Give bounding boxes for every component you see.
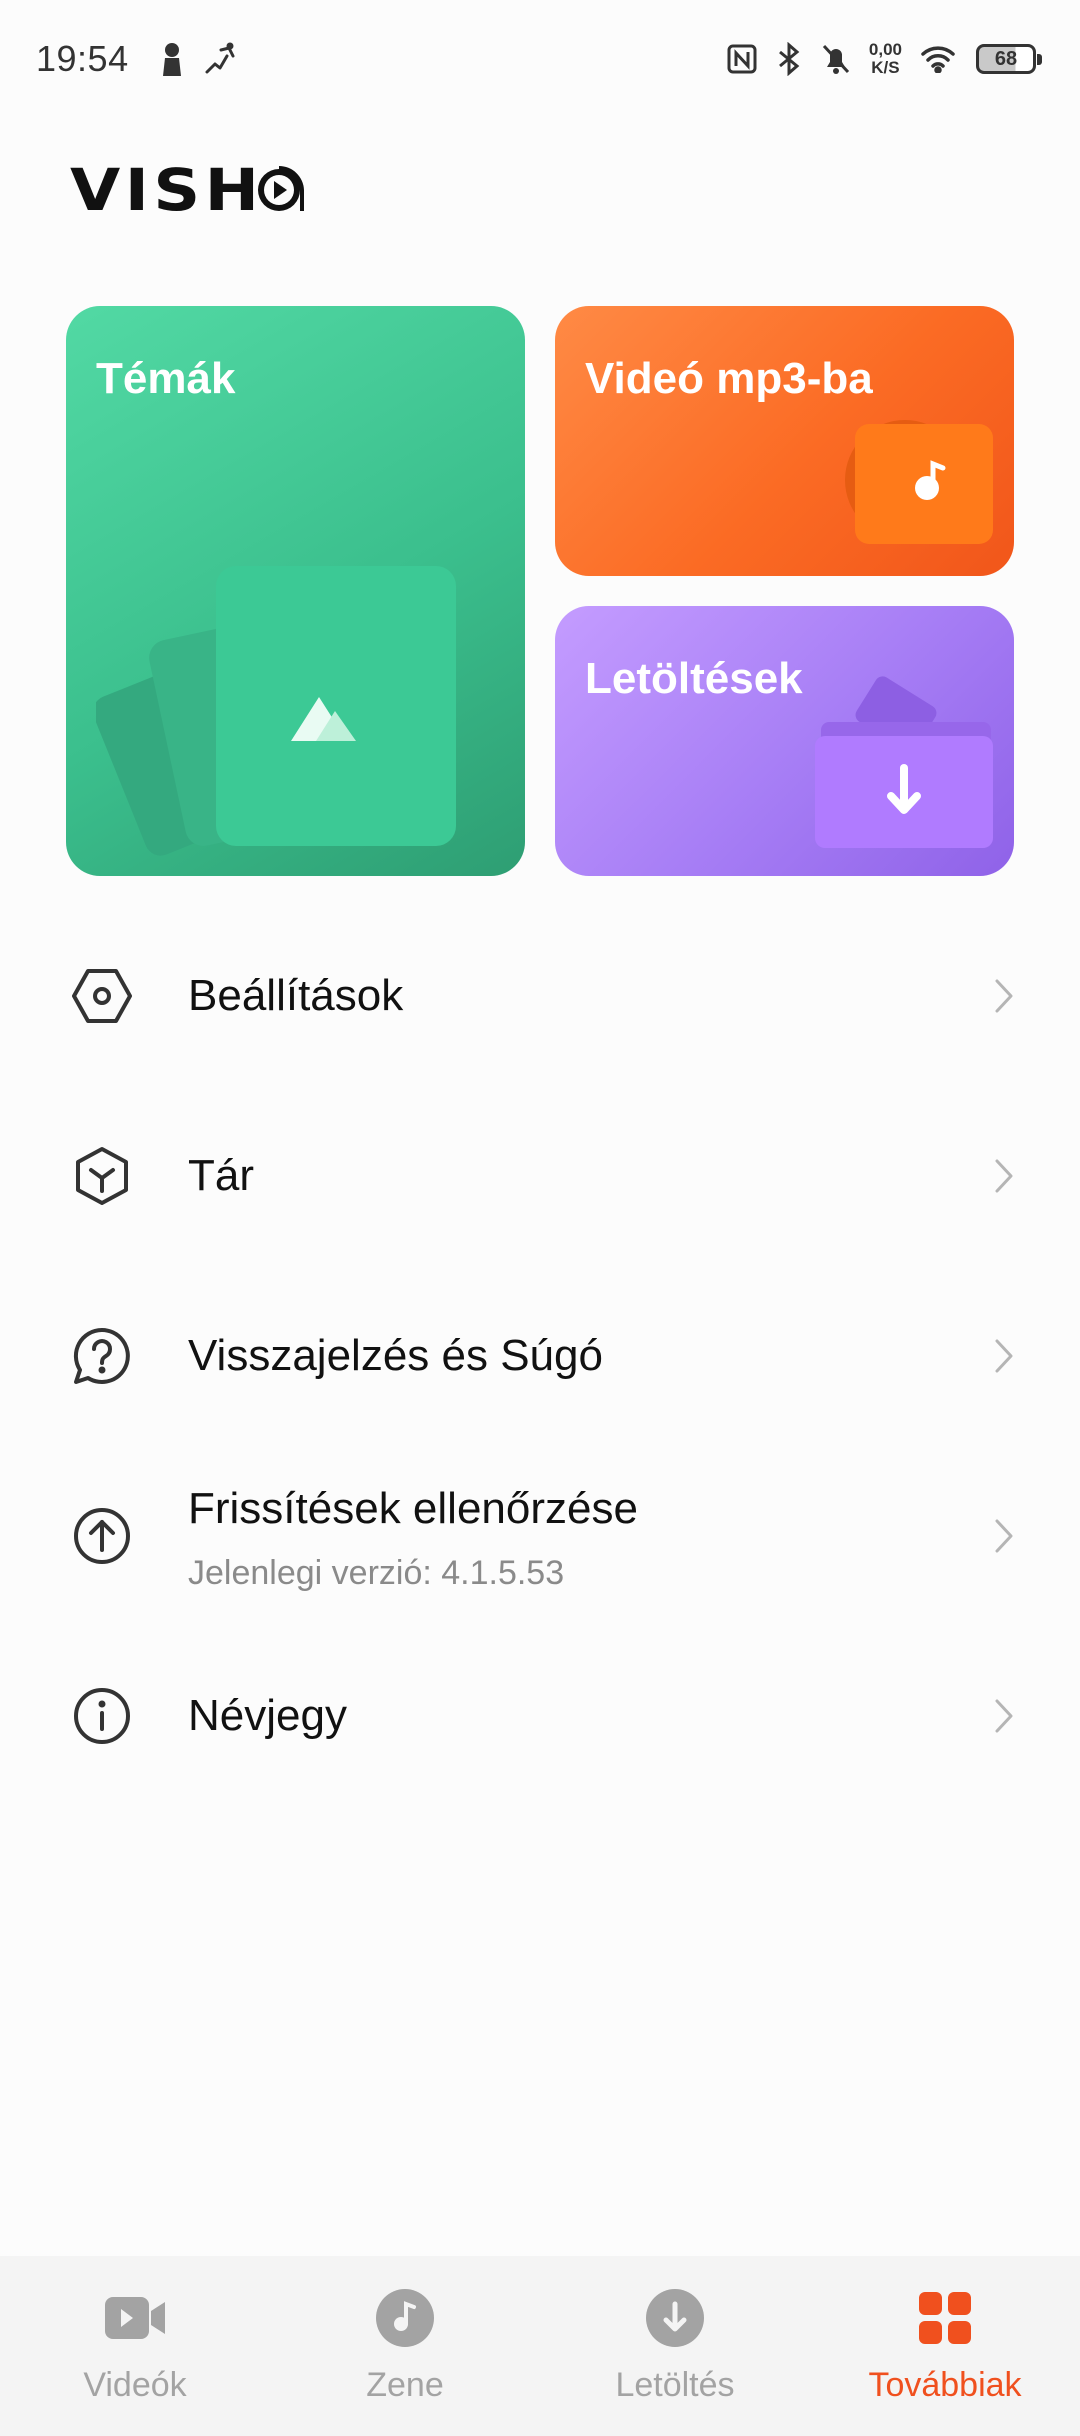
downloads-card-title: Letöltések bbox=[585, 654, 803, 703]
help-bubble-icon bbox=[70, 1324, 134, 1388]
nav-tab-more[interactable]: Továbbiak bbox=[810, 2256, 1080, 2436]
app-logo: VISH bbox=[70, 156, 305, 224]
nav-tab-downloads[interactable]: Letöltés bbox=[540, 2256, 810, 2436]
menu-item-check-updates[interactable]: Frissítések ellenőrzése Jelenlegi verzió… bbox=[0, 1446, 1080, 1626]
battery-icon: 68 bbox=[976, 44, 1042, 74]
menu-item-label: Beállítások bbox=[188, 971, 404, 1020]
downloads-card[interactable]: Letöltések bbox=[555, 606, 1014, 876]
nfc-icon bbox=[727, 44, 757, 74]
current-version-label: Jelenlegi verzió: 4.1.5.53 bbox=[188, 1554, 565, 1592]
menu-item-label: Visszajelzés és Súgó bbox=[188, 1331, 603, 1380]
update-arrow-icon bbox=[70, 1504, 134, 1568]
status-bar: 19:54 0,00 K/S 68 bbox=[0, 0, 1080, 118]
menu-item-feedback-help[interactable]: Visszajelzés és Súgó bbox=[0, 1266, 1080, 1446]
menu-item-label: Tár bbox=[188, 1151, 254, 1200]
network-speed-unit: K/S bbox=[871, 58, 900, 77]
nav-tab-label: Zene bbox=[366, 2366, 444, 2404]
nav-tab-label: Letöltés bbox=[615, 2366, 735, 2404]
settings-hex-icon bbox=[70, 964, 134, 1028]
video-to-mp3-card-title: Videó mp3-ba bbox=[585, 354, 873, 403]
chevron-right-icon bbox=[995, 1699, 1013, 1733]
nav-tab-music[interactable]: Zene bbox=[270, 2256, 540, 2436]
settings-menu: Beállítások Tár Visszajelzés és Súgó Fri… bbox=[0, 906, 1080, 1806]
video-to-mp3-card[interactable]: Videó mp3-ba bbox=[555, 306, 1014, 576]
video-camera-icon bbox=[103, 2286, 167, 2350]
themes-card[interactable]: Témák bbox=[66, 306, 525, 876]
download-circle-icon bbox=[643, 2286, 707, 2350]
info-icon bbox=[70, 1684, 134, 1748]
network-speed: 0,00 K/S bbox=[869, 41, 902, 77]
chevron-right-icon bbox=[995, 1519, 1013, 1553]
activity-icon bbox=[203, 42, 237, 76]
status-right: 0,00 K/S 68 bbox=[717, 41, 1042, 77]
menu-item-label: Névjegy bbox=[188, 1691, 347, 1740]
chevron-right-icon bbox=[995, 1159, 1013, 1193]
menu-item-storage[interactable]: Tár bbox=[0, 1086, 1080, 1266]
status-left: 19:54 bbox=[36, 38, 247, 80]
download-folder-illustration bbox=[815, 676, 993, 848]
music-cd-illustration bbox=[845, 420, 993, 544]
storage-cube-icon bbox=[70, 1144, 134, 1208]
grid-icon bbox=[913, 2286, 977, 2350]
music-disc-icon bbox=[373, 2286, 437, 2350]
bluetooth-icon bbox=[777, 42, 801, 76]
network-speed-value: 0,00 bbox=[868, 40, 902, 59]
battery-level: 68 bbox=[994, 47, 1018, 70]
nav-tab-label: Videók bbox=[83, 2366, 187, 2404]
person-icon bbox=[161, 42, 183, 76]
nav-tab-videos[interactable]: Videók bbox=[0, 2256, 270, 2436]
themes-card-title: Témák bbox=[96, 354, 236, 403]
status-time: 19:54 bbox=[36, 38, 129, 79]
wifi-icon bbox=[920, 45, 956, 73]
themes-cards-illustration bbox=[96, 566, 456, 856]
bottom-navigation: Videók Zene Letöltés Továbbiak bbox=[0, 2256, 1080, 2436]
menu-item-label: Frissítések ellenőrzése bbox=[188, 1484, 638, 1533]
nav-tab-label: Továbbiak bbox=[868, 2366, 1022, 2404]
chevron-right-icon bbox=[995, 979, 1013, 1013]
menu-item-about[interactable]: Névjegy bbox=[0, 1626, 1080, 1806]
menu-item-settings[interactable]: Beállítások bbox=[0, 906, 1080, 1086]
chevron-right-icon bbox=[995, 1339, 1013, 1373]
logo-text: VISH bbox=[70, 156, 264, 224]
bell-off-icon bbox=[821, 43, 851, 75]
